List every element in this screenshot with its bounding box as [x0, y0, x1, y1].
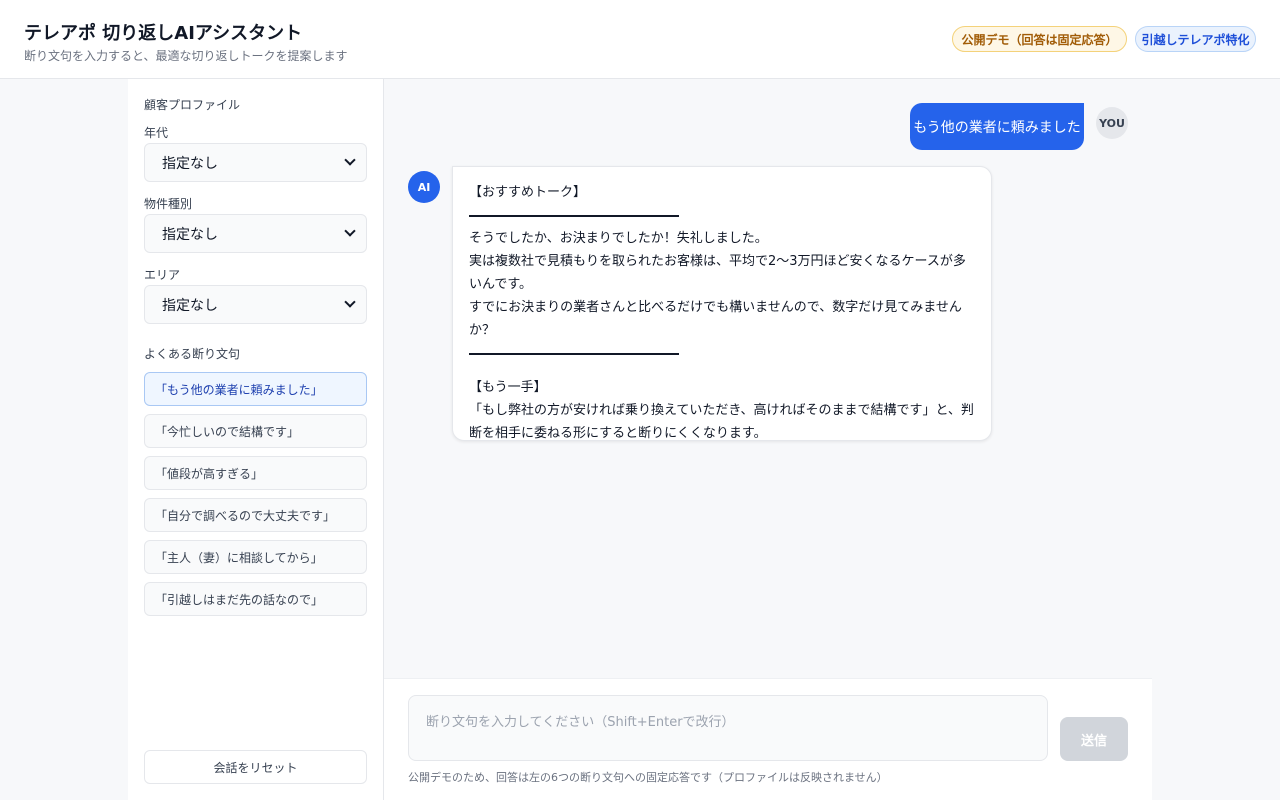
- chevron-down-icon: [344, 296, 356, 308]
- area-select-value: 指定なし: [162, 297, 218, 314]
- phrase-button[interactable]: 「今忙しいので結構です」: [144, 414, 367, 448]
- one-more-heading: 【もう一手】: [469, 380, 547, 395]
- phrase-button[interactable]: 「値段が高すぎる」: [144, 456, 367, 490]
- demo-badge: 公開デモ（回答は固定応答）: [952, 26, 1127, 52]
- age-label: 年代: [144, 126, 169, 140]
- property-type-label: 物件種別: [144, 197, 193, 211]
- composer: 断り文句を入力してください（Shift+Enterで改行） 送信 公開デモのため…: [384, 678, 1152, 800]
- age-select[interactable]: 指定なし: [144, 143, 367, 182]
- user-message-bubble: もう他の業者に頼みました: [910, 103, 1084, 150]
- demo-note: 公開デモのため、回答は左の6つの断り文句への固定応答です（プロファイルは反映され…: [408, 771, 888, 784]
- ai-message-bubble: 【おすすめトーク】 そうでしたか、お決まりでしたか！失礼しました。 実は複数社で…: [452, 166, 992, 441]
- phrase-button[interactable]: 「自分で調べるので大丈夫です」: [144, 498, 367, 532]
- phrase-button[interactable]: 「もう他の業者に頼みました」: [144, 372, 367, 406]
- ai-message-line: そうでしたか、お決まりでしたか！失礼しました。: [469, 231, 768, 246]
- age-select-value: 指定なし: [162, 155, 218, 172]
- area-select[interactable]: 指定なし: [144, 285, 367, 324]
- divider: [469, 215, 679, 217]
- sidebar: 顧客プロファイル 年代 指定なし 物件種別 指定なし エリア 指定なし よくある…: [128, 79, 384, 800]
- phrases-section-title: よくある断り文句: [144, 347, 241, 361]
- ai-message-line: 「もし弊社の方が安ければ乗り換えていただき、高ければそのままで結構です」と、判断…: [469, 403, 974, 441]
- phrase-button[interactable]: 「引越しはまだ先の話なので」: [144, 582, 367, 616]
- app-title: テレアポ 切り返しAIアシスタント: [24, 23, 303, 44]
- user-avatar: YOU: [1096, 107, 1128, 139]
- chevron-down-icon: [344, 225, 356, 237]
- app-subtitle: 断り文句を入力すると、最適な切り返しトークを提案します: [24, 49, 348, 63]
- phrase-button[interactable]: 「主人（妻）に相談してから」: [144, 540, 367, 574]
- ai-message-line: すでにお決まりの業者さんと比べるだけでも構いませんので、数字だけ見てみませんか？: [469, 300, 962, 338]
- send-button[interactable]: 送信: [1060, 717, 1128, 761]
- chat-area: もう他の業者に頼みました YOU AI 【おすすめトーク】 そうでしたか、お決ま…: [384, 79, 1152, 678]
- area-label: エリア: [144, 268, 181, 282]
- specialty-badge: 引越しテレアポ特化: [1135, 26, 1256, 52]
- divider: [469, 353, 679, 355]
- ai-message-line: 実は複数社で見積もりを取られたお客様は、平均で2〜3万円ほど安くなるケースが多い…: [469, 254, 966, 292]
- ai-avatar: AI: [408, 171, 440, 203]
- property-type-select[interactable]: 指定なし: [144, 214, 367, 253]
- profile-section-title: 顧客プロファイル: [144, 98, 241, 112]
- chevron-down-icon: [344, 154, 356, 166]
- reset-conversation-button[interactable]: 会話をリセット: [144, 750, 367, 784]
- message-input[interactable]: 断り文句を入力してください（Shift+Enterで改行）: [408, 695, 1048, 761]
- app-header: テレアポ 切り返しAIアシスタント 断り文句を入力すると、最適な切り返しトークを…: [0, 0, 1280, 79]
- recommended-talk-heading: 【おすすめトーク】: [469, 185, 587, 200]
- property-type-select-value: 指定なし: [162, 226, 218, 243]
